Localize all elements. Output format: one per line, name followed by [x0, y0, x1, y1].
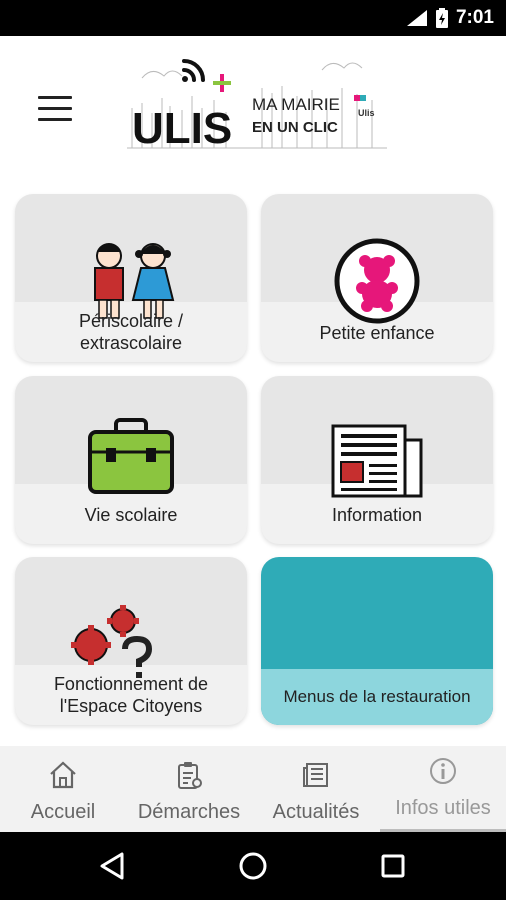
- children-icon: [94, 243, 175, 319]
- app-header: ULIS MA MAIRIE EN UN CLIC Ulis: [0, 36, 506, 186]
- news-icon: [303, 763, 328, 787]
- newspaper-icon: [331, 424, 423, 498]
- tile-menus-restauration[interactable]: Menus de la restauration: [261, 557, 493, 725]
- schoolbag-icon: [88, 418, 174, 494]
- status-bar: 7:01: [0, 0, 506, 36]
- logo-small-mark: Ulis: [358, 108, 375, 118]
- battery-icon: [435, 8, 448, 28]
- hamburger-line-icon: [38, 118, 72, 121]
- tile-label: Fonctionnement de l'Espace Citoyens: [53, 674, 209, 716]
- nav-label: Accueil: [30, 801, 96, 823]
- status-icons: 7:01: [406, 0, 494, 36]
- back-icon[interactable]: [96, 848, 132, 884]
- gears-question-icon: [71, 605, 153, 678]
- clipboard-icon: [178, 762, 202, 789]
- recent-apps-icon[interactable]: [375, 848, 411, 884]
- tile-label: Vie scolaire: [84, 505, 178, 525]
- logo-tagline-2: EN UN CLIC: [252, 119, 338, 136]
- tile-label: Périscolaire / extrascolaire: [78, 311, 184, 353]
- tile-fonctionnement[interactable]: Fonctionnement de l'Espace Citoyens: [15, 557, 247, 725]
- nav-label: Infos utiles: [395, 797, 491, 819]
- status-time: 7:01: [455, 7, 494, 28]
- nav-label: Démarches: [137, 801, 241, 823]
- tile-information[interactable]: Information: [261, 376, 493, 544]
- tile-label: Information: [331, 505, 423, 525]
- teddy-bear-icon: [334, 238, 420, 324]
- system-navigation-bar: [0, 832, 506, 900]
- hamburger-line-icon: [38, 96, 72, 99]
- nav-demarches[interactable]: Démarches: [126, 746, 252, 832]
- hamburger-line-icon: [38, 107, 72, 110]
- tile-periscolaire[interactable]: Périscolaire / extrascolaire: [15, 194, 247, 362]
- logo-tagline-1: MA MAIRIE: [252, 95, 340, 114]
- home-circle-icon[interactable]: [235, 848, 271, 884]
- nav-infos-utiles[interactable]: Infos utiles: [380, 746, 506, 832]
- menu-button[interactable]: [38, 96, 74, 124]
- info-icon: [430, 758, 456, 784]
- signal-icon: [406, 10, 427, 26]
- home-icon: [50, 761, 76, 789]
- app-logo: ULIS MA MAIRIE EN UN CLIC Ulis: [127, 59, 387, 153]
- nav-actualites[interactable]: Actualités: [253, 746, 379, 832]
- logo-brand: ULIS: [132, 104, 232, 153]
- bottom-navigation: Accueil Démarches Actualités Infos utile…: [0, 746, 506, 832]
- tile-vie-scolaire[interactable]: Vie scolaire: [15, 376, 247, 544]
- nav-accueil[interactable]: Accueil: [0, 746, 126, 832]
- tile-label: Menus de la restauration: [283, 687, 471, 706]
- tile-label: Petite enfance: [319, 323, 435, 343]
- tile-petite-enfance[interactable]: Petite enfance: [261, 194, 493, 362]
- nav-label: Actualités: [272, 801, 360, 823]
